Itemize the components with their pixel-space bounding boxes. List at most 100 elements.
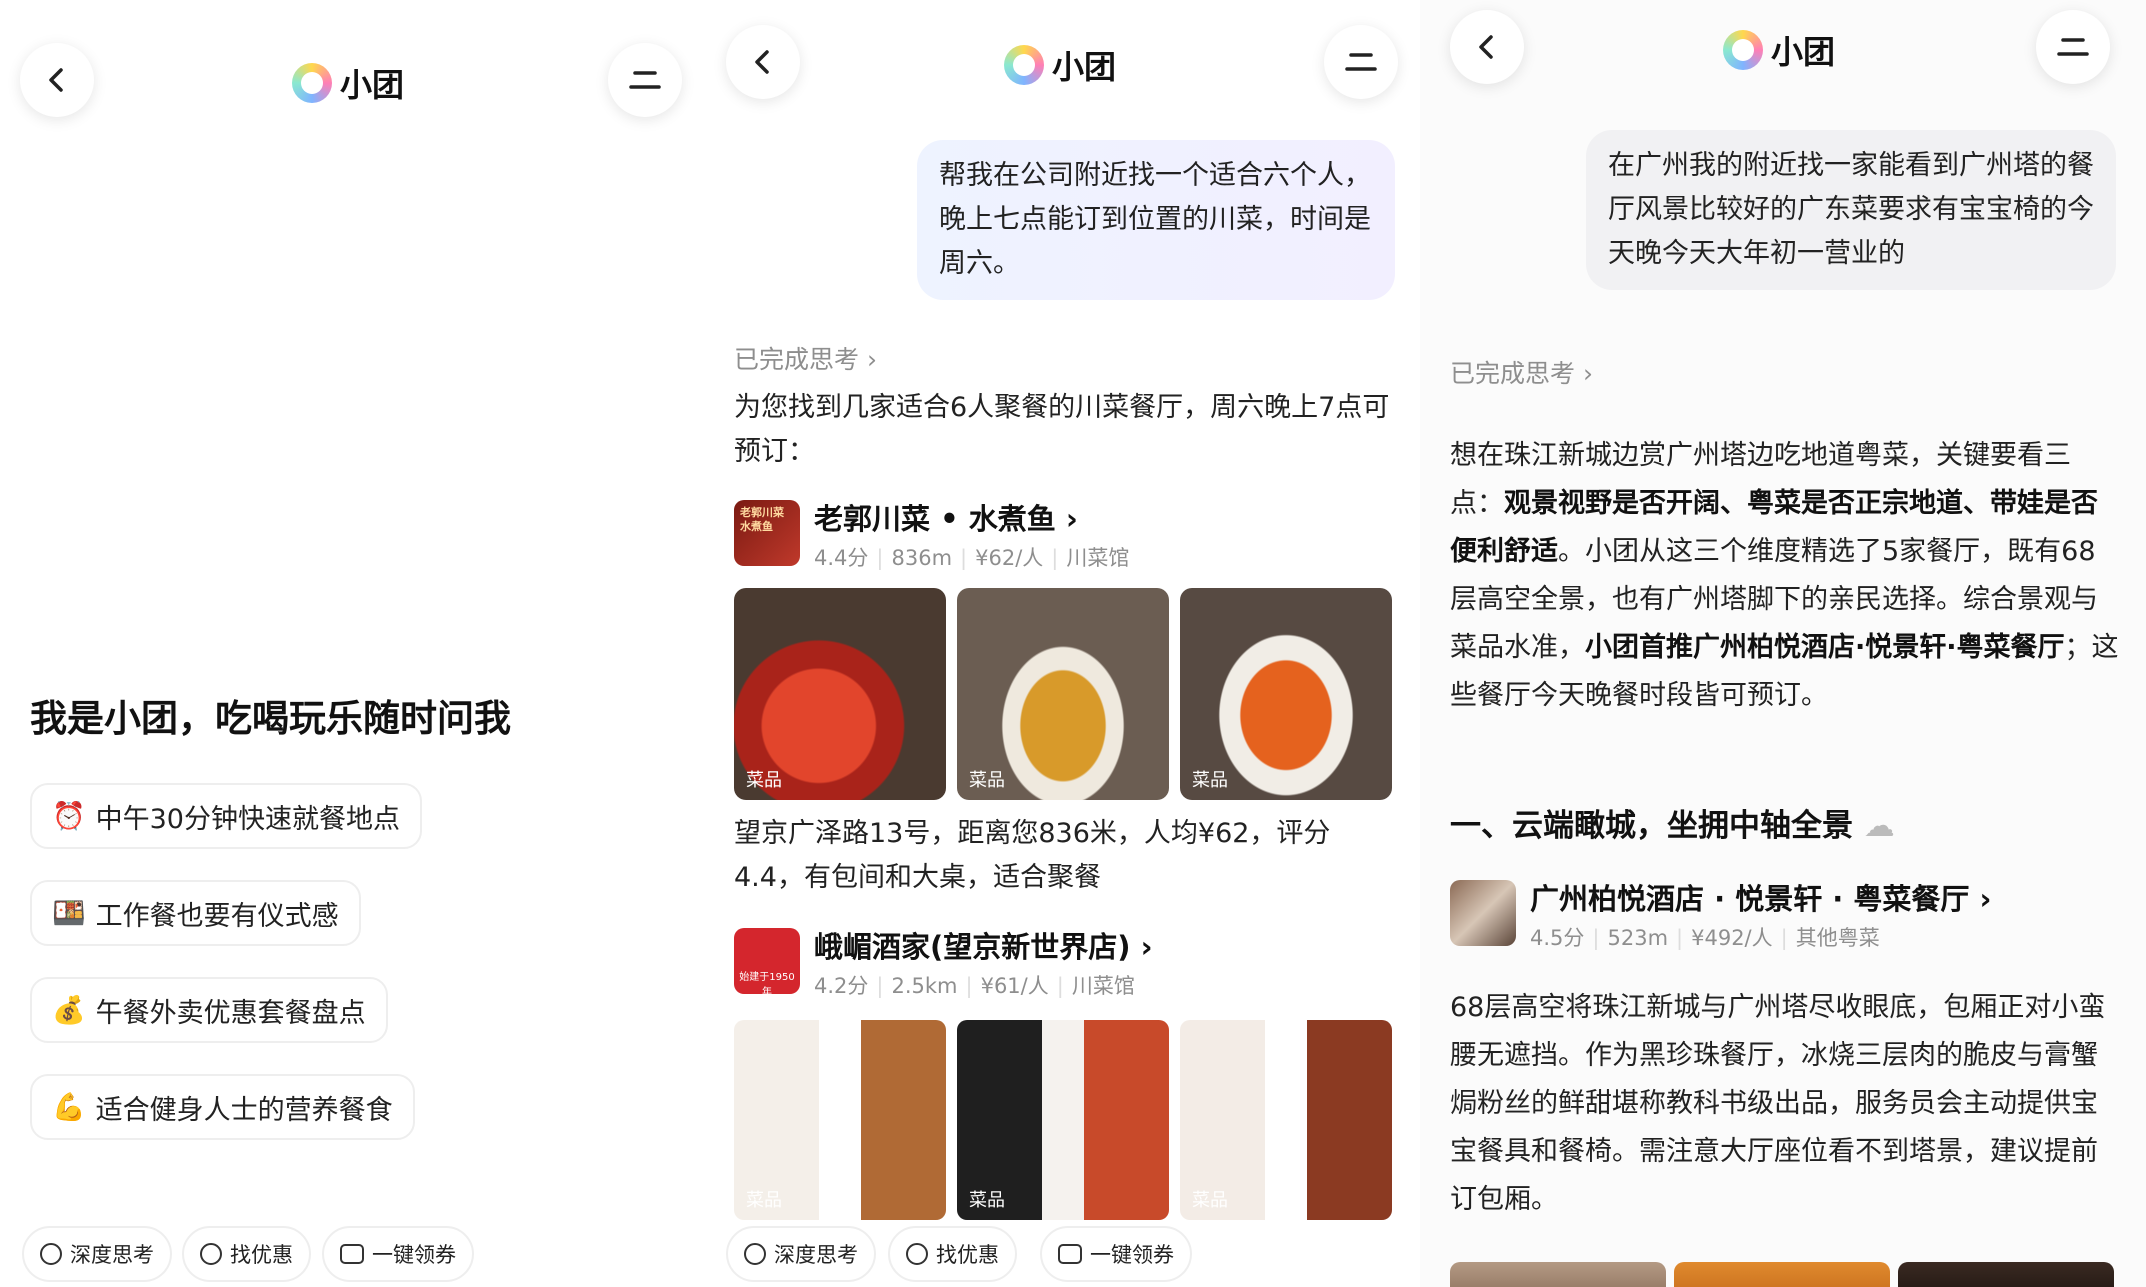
app-title: 小团 <box>1004 42 1116 88</box>
cloud-icon: ☁ <box>1863 808 1895 844</box>
restaurant-meta: 4.4分 | 836m | ¥62/人 | 川菜馆 <box>814 546 1130 570</box>
chevron-left-icon <box>1479 35 1493 59</box>
thinking-done-label: 已完成思考 <box>734 345 860 374</box>
app-title: 小团 <box>292 60 404 106</box>
rating: 4.2分 <box>814 974 869 998</box>
app-title: 小团 <box>1723 27 1835 73</box>
coupons-button[interactable]: 一键领券 <box>1040 1226 1192 1282</box>
menu-button[interactable] <box>1324 25 1398 99</box>
rating: 4.5分 <box>1530 926 1585 950</box>
suggestion-text: 工作餐也要有仪式感 <box>95 900 339 932</box>
thinking-done-toggle[interactable]: 已完成思考 › <box>734 340 877 376</box>
panel-home: 小团 我是小团，吃喝玩乐随时问我 ⏰ 中午30分钟快速就餐地点 🍱 工作餐也要有… <box>0 0 704 1287</box>
find-deals-label: 找优惠 <box>936 1243 999 1267</box>
alarm-clock-icon: ⏰ <box>52 801 86 832</box>
restaurant-logo: 始建于1950年 <box>734 928 800 998</box>
bento-icon: 🍱 <box>52 898 86 929</box>
title-text: 小团 <box>1771 33 1836 71</box>
restaurant-photo[interactable] <box>1674 1262 1890 1287</box>
discount-icon <box>906 1243 928 1265</box>
section-heading: 一、云端瞰城，坐拥中轴全景 ☁ <box>1450 800 1895 845</box>
panel-guangzhou-chat: 小团 在广州我的附近找一家能看到广州塔的餐厅风景比较好的广东菜要求有宝宝椅的今天… <box>1420 0 2146 1287</box>
suggestion-chip[interactable]: ⏰ 中午30分钟快速就餐地点 <box>30 783 422 849</box>
restaurant-card-header[interactable]: 广州柏悦酒店 · 悦景轩 · 粤菜餐厅 › 4.5分 | 523m | ¥492/人 | 其… <box>1450 880 1991 952</box>
deep-think-button[interactable]: 深度思考 <box>22 1226 172 1282</box>
user-query-bubble: 帮我在公司附近找一个适合六个人，晚上七点能订到位置的川菜，时间是周六。 <box>917 140 1395 300</box>
dish-label: 菜品 <box>746 1190 782 1211</box>
restaurant-photo <box>1450 880 1516 946</box>
atom-icon <box>40 1243 62 1265</box>
suggestion-chip[interactable]: 💰 午餐外卖优惠套餐盘点 <box>30 977 388 1043</box>
menu-button[interactable] <box>608 43 682 117</box>
xiaotuan-logo-icon <box>1723 30 1763 70</box>
find-deals-button[interactable]: 找优惠 <box>888 1226 1017 1282</box>
menu-icon <box>629 71 661 89</box>
atom-icon <box>744 1243 766 1265</box>
price: ¥62/人 <box>975 546 1044 570</box>
thinking-done-toggle[interactable]: 已完成思考 › <box>1450 354 1593 390</box>
restaurant-photo[interactable] <box>1898 1262 2114 1287</box>
back-button[interactable] <box>1450 10 1524 84</box>
suggestion-text: 中午30分钟快速就餐地点 <box>95 803 400 835</box>
answer-intro: 想在珠江新城边赏广州塔边吃地道粤菜，关键要看三点：观景视野是否开阔、粤菜是否正宗… <box>1450 432 2120 720</box>
chevron-left-icon <box>755 50 769 74</box>
deep-think-label: 深度思考 <box>774 1243 858 1267</box>
suggestion-chip[interactable]: 🍱 工作餐也要有仪式感 <box>30 880 361 946</box>
dish-photo[interactable]: 菜品 <box>1180 588 1392 800</box>
category: 其他粤菜 <box>1795 926 1880 950</box>
title-text: 小团 <box>1052 48 1117 86</box>
dish-label: 菜品 <box>969 770 1005 791</box>
greeting-heading: 我是小团，吃喝玩乐随时问我 <box>30 697 511 740</box>
price: ¥492/人 <box>1691 926 1773 950</box>
menu-button[interactable] <box>2036 10 2110 84</box>
back-button[interactable] <box>726 25 800 99</box>
chevron-right-icon: › <box>866 345 877 374</box>
restaurant-name-text: 峨嵋酒家(望京新世界店) <box>814 930 1131 964</box>
section-title-text: 一、云端瞰城，坐拥中轴全景 <box>1450 808 1853 844</box>
restaurant-logo: 老郭川菜 水煮鱼 <box>734 500 800 566</box>
dish-photo[interactable]: 菜品 <box>734 588 946 800</box>
restaurant-description: 望京广泽路13号，距离您836米，人均¥62，评分4.4，有包间和大桌，适合聚餐 <box>734 818 1331 893</box>
coupons-button[interactable]: 一键领券 <box>322 1226 474 1282</box>
back-button[interactable] <box>20 43 94 117</box>
coupons-label: 一键领券 <box>1090 1243 1174 1267</box>
restaurant-name-text: 广州柏悦酒店 · 悦景轩 · 粤菜餐厅 <box>1530 882 1970 916</box>
find-deals-button[interactable]: 找优惠 <box>182 1226 311 1282</box>
restaurant-name-text: 老郭川菜 • 水煮鱼 <box>814 502 1056 536</box>
menu-icon <box>2057 38 2089 56</box>
xiaotuan-logo-icon <box>1004 45 1044 85</box>
coupon-icon <box>1058 1244 1082 1264</box>
chevron-right-icon: › <box>1065 502 1078 536</box>
category: 川菜馆 <box>1066 546 1130 570</box>
restaurant-meta: 4.2分 | 2.5km | ¥61/人 | 川菜馆 <box>814 974 1135 998</box>
dish-photo[interactable]: 菜品 <box>957 588 1169 800</box>
coupon-icon <box>340 1244 364 1264</box>
suggestion-text: 午餐外卖优惠套餐盘点 <box>95 997 366 1029</box>
discount-icon <box>200 1243 222 1265</box>
distance: 2.5km <box>891 974 958 998</box>
menu-photo[interactable]: 菜品 <box>957 1020 1169 1220</box>
chevron-right-icon: › <box>1140 930 1153 964</box>
menu-photo[interactable]: 菜品 <box>734 1020 946 1220</box>
distance: 836m <box>891 546 953 570</box>
suggestion-chip[interactable]: 💪 适合健身人士的营养餐食 <box>30 1074 415 1140</box>
xiaotuan-logo-icon <box>292 63 332 103</box>
money-bag-icon: 💰 <box>52 995 86 1026</box>
menu-photo[interactable]: 菜品 <box>1180 1020 1392 1220</box>
restaurant-card-header[interactable]: 老郭川菜 水煮鱼 老郭川菜 • 水煮鱼 › 4.4分 | 836m | ¥62/人 | 川菜… <box>734 500 1129 572</box>
price: ¥61/人 <box>980 974 1049 998</box>
flexed-biceps-icon: 💪 <box>52 1092 86 1123</box>
deep-think-button[interactable]: 深度思考 <box>726 1226 876 1282</box>
restaurant-card-header[interactable]: 始建于1950年 峨嵋酒家(望京新世界店) › 4.2分 | 2.5km | ¥61/人… <box>734 928 1153 1000</box>
answer-intro: 为您找到几家适合6人聚餐的川菜餐厅，周六晚上7点可预订： <box>734 392 1390 467</box>
chevron-left-icon <box>49 68 63 92</box>
rating: 4.4分 <box>814 546 869 570</box>
restaurant-photo[interactable] <box>1450 1262 1666 1287</box>
chevron-right-icon: › <box>1582 359 1593 388</box>
find-deals-label: 找优惠 <box>230 1243 293 1267</box>
dish-label: 菜品 <box>1192 1190 1228 1211</box>
chevron-right-icon: › <box>1979 882 1992 916</box>
restaurant-name: 老郭川菜 • 水煮鱼 › <box>814 500 1129 538</box>
dish-label: 菜品 <box>969 1190 1005 1211</box>
menu-icon <box>1345 53 1377 71</box>
